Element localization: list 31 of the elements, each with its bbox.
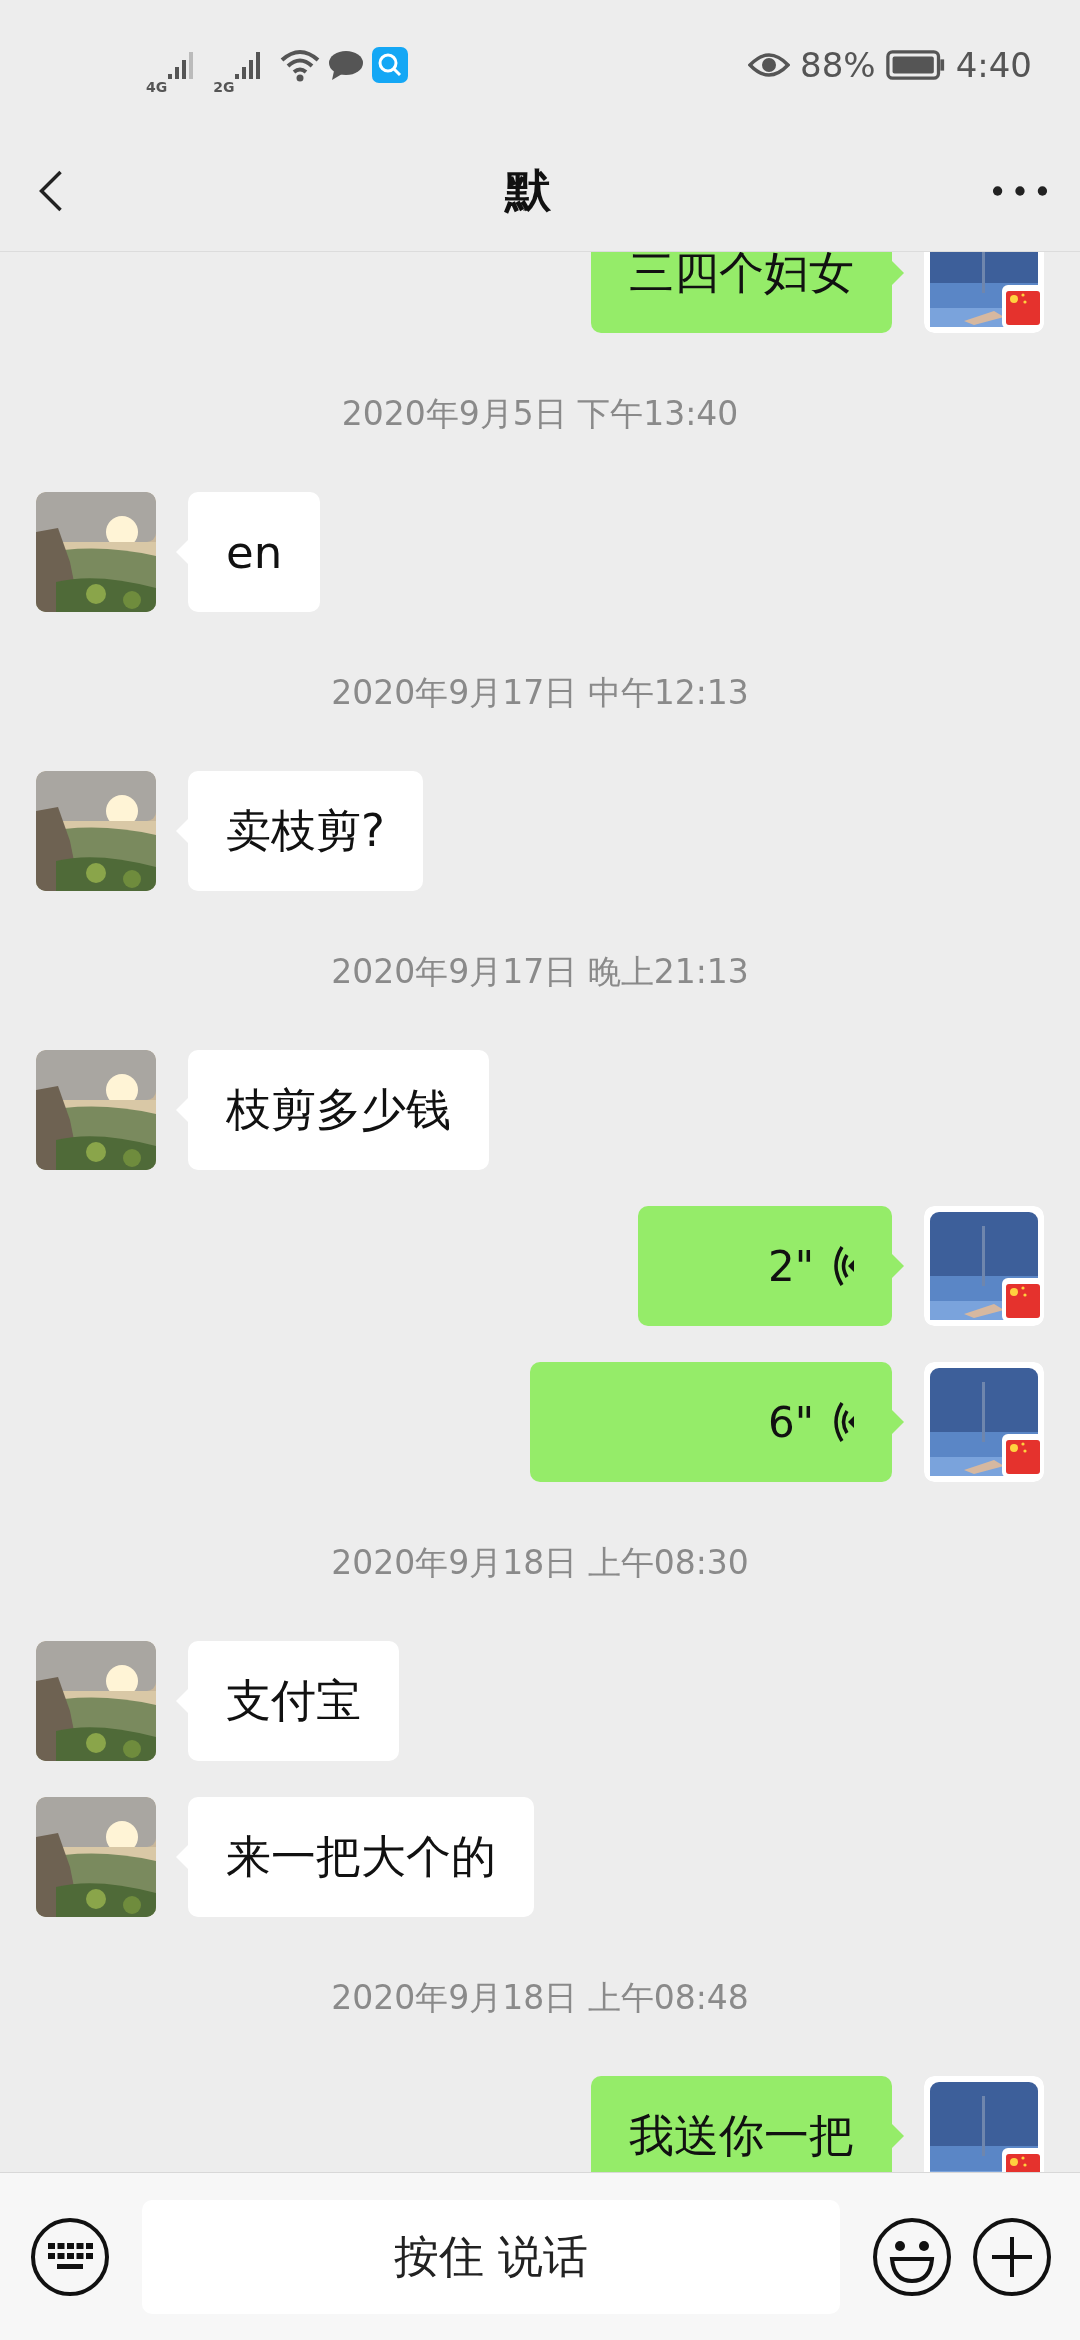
keyboard-button[interactable] [30,2216,110,2297]
hold-to-talk-button[interactable]: 按住 说话 [142,2199,840,2314]
timestamp: 2020年9月5日 下午13:40 [341,392,739,435]
battery-percentage: 88% [800,45,876,85]
timestamp: 2020年9月17日 中午12:13 [331,671,749,714]
battery-icon [885,50,946,80]
smiley-icon [872,2216,952,2297]
eye-icon [748,51,791,79]
network-label: 4G [146,79,168,95]
message-bubble[interactable]: 来一把大个的 [188,1797,534,1917]
message-bubble[interactable]: 卖枝剪? [188,771,423,891]
network-label: 2G [213,79,235,95]
wifi-icon [280,48,321,82]
emoji-button[interactable] [872,2216,952,2297]
chat-bubble-icon [328,49,365,81]
timestamp: 2020年9月17日 晚上21:13 [331,950,749,993]
timestamp: 2020年9月18日 上午08:30 [331,1541,749,1584]
search-app-icon [372,47,409,83]
chat-title: 默 [505,161,551,219]
message-bubble[interactable]: en [188,492,321,612]
message-bubble[interactable]: 我送你一把 [591,2076,892,2172]
clock: 4:40 [955,45,1032,85]
more-icon [992,184,1048,197]
plus-icon [972,2216,1052,2297]
timestamp: 2020年9月18日 上午08:48 [331,1976,749,2019]
keyboard-icon [30,2216,110,2297]
message-bubble[interactable]: 支付宝 [188,1641,399,1761]
voice-message[interactable]: 6" [530,1362,892,1482]
voice-message[interactable]: 2" [638,1206,892,1326]
add-button[interactable] [972,2216,1052,2297]
message-bubble[interactable]: 枝剪多少钱 [188,1050,489,1170]
